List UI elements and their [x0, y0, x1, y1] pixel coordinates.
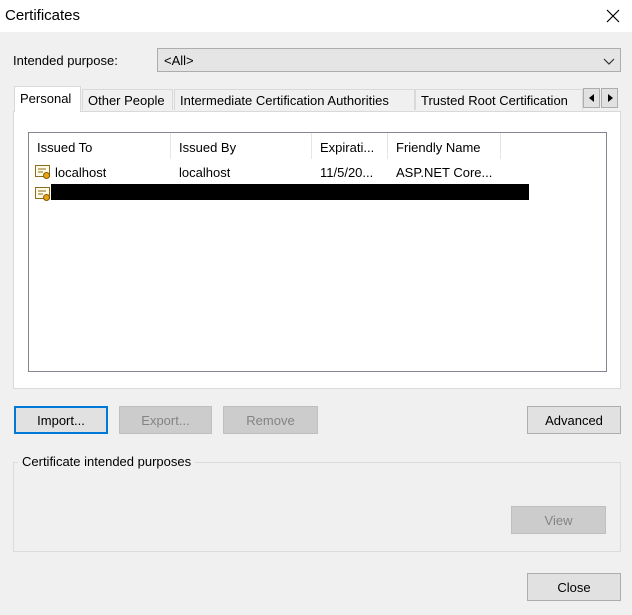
intended-purpose-label: Intended purpose:	[13, 53, 118, 68]
tab-scroll-left-button[interactable]	[583, 88, 600, 108]
redacted-row-content	[51, 184, 529, 200]
tab-other-people[interactable]: Other People	[82, 89, 173, 110]
close-button[interactable]: Close	[527, 573, 621, 601]
list-header: Issued To Issued By Expirati... Friendly…	[29, 133, 606, 159]
window-title: Certificates	[5, 7, 81, 24]
certificate-list[interactable]: Issued To Issued By Expirati... Friendly…	[28, 132, 607, 372]
column-issued-by[interactable]: Issued By	[171, 133, 312, 159]
tab-trusted-root[interactable]: Trusted Root Certification	[415, 89, 583, 110]
tab-label: Trusted Root Certification	[421, 93, 568, 108]
import-button[interactable]: Import...	[14, 406, 108, 434]
tab-strip: Personal Other People Intermediate Certi…	[14, 86, 620, 112]
cell-issued-to: localhost	[55, 165, 107, 180]
chevron-down-icon	[603, 58, 615, 65]
intended-purposes-legend: Certificate intended purposes	[18, 454, 196, 469]
remove-button[interactable]: Remove	[223, 406, 318, 434]
tab-personal[interactable]: Personal	[14, 86, 81, 112]
close-window-button[interactable]	[600, 3, 626, 29]
tab-label: Personal	[20, 91, 72, 106]
cell-issued-by: localhost	[179, 165, 231, 180]
tab-label: Other People	[88, 93, 165, 108]
table-row[interactable]: localhost localhost 11/5/20... ASP.NET C…	[29, 162, 606, 182]
triangle-right-icon	[607, 94, 613, 102]
cell-expiration: 11/5/20...	[320, 165, 374, 180]
cell-friendly-name: ASP.NET Core...	[396, 165, 493, 180]
intended-purpose-value: <All>	[164, 53, 194, 68]
certificate-icon	[35, 165, 50, 179]
tab-scroll-right-button[interactable]	[601, 88, 618, 108]
column-expiration[interactable]: Expirati...	[312, 133, 388, 159]
column-issued-to[interactable]: Issued To	[29, 133, 171, 159]
export-button[interactable]: Export...	[119, 406, 212, 434]
triangle-left-icon	[588, 94, 594, 102]
advanced-button[interactable]: Advanced	[527, 406, 621, 434]
title-bar: Certificates	[0, 0, 632, 32]
column-friendly-name[interactable]: Friendly Name	[388, 133, 501, 159]
tab-intermediate-ca[interactable]: Intermediate Certification Authorities	[174, 89, 415, 110]
table-row[interactable]	[29, 184, 606, 204]
view-button[interactable]: View	[511, 506, 606, 534]
intended-purpose-select[interactable]: <All>	[157, 48, 621, 72]
tab-label: Intermediate Certification Authorities	[180, 93, 389, 108]
certificate-icon	[35, 187, 50, 201]
close-icon	[606, 9, 620, 23]
